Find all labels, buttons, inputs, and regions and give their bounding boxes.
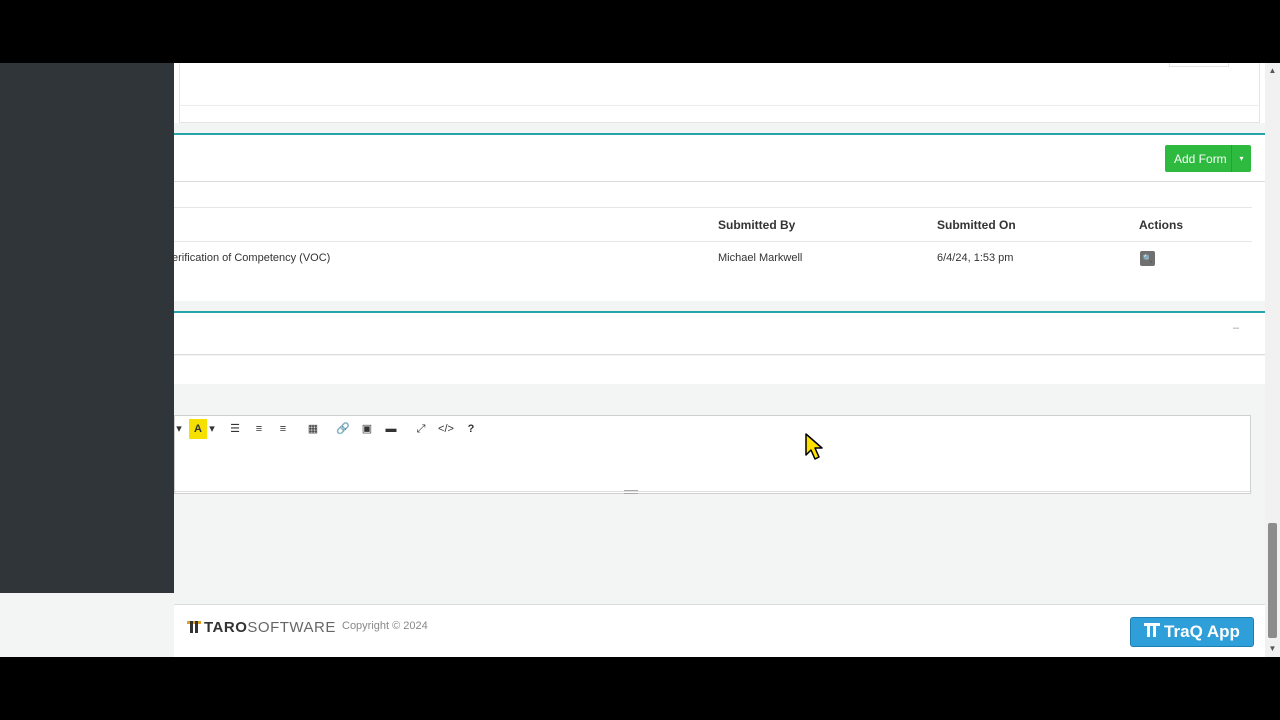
logo-text-bold: TARO xyxy=(204,618,248,636)
add-form-label[interactable]: Add Form xyxy=(1165,152,1231,166)
highlight-color-icon[interactable]: A xyxy=(189,419,207,439)
font-dropdown-caret-icon[interactable]: ▾ xyxy=(175,419,183,439)
column-actions: Actions xyxy=(1139,218,1184,232)
rich-text-editor[interactable]: ▾ A ▾ ☰ ≡ ≡ ▦ 🔗 ▣ ▬ ⤢ </> ? xyxy=(174,415,1252,494)
notes-panel: – ▾ A ▾ ☰ ≡ ≡ ▦ 🔗 ▣ ▬ ⤢ </> ? xyxy=(174,311,1265,591)
submitted-on-cell: 6/4/24, 1:53 pm xyxy=(937,252,1014,264)
forms-table-header: Submitted By Submitted On Actions xyxy=(174,207,1252,242)
notes-panel-header: – xyxy=(174,313,1265,355)
footer: TARO SOFTWARE Copyright © 2024 TraQ App xyxy=(174,604,1265,657)
previous-panel xyxy=(174,63,1265,123)
traq-app-button[interactable]: TraQ App xyxy=(1130,617,1254,647)
help-icon[interactable]: ? xyxy=(459,419,483,439)
previous-panel-divider xyxy=(179,105,1260,106)
scroll-up-icon[interactable]: ▲ xyxy=(1265,65,1280,77)
letterbox-top xyxy=(0,0,1280,63)
scroll-down-icon[interactable]: ▼ xyxy=(1265,643,1280,655)
add-form-button[interactable]: Add Form ▾ xyxy=(1165,145,1251,172)
column-submitted-on: Submitted On xyxy=(937,218,1016,232)
video-icon[interactable]: ▬ xyxy=(379,419,403,439)
logo-text-light: SOFTWARE xyxy=(247,618,336,636)
column-submitted-by: Submitted By xyxy=(718,218,796,232)
scroll-thumb[interactable] xyxy=(1268,523,1277,638)
form-name-cell: erification of Competency (VOC) xyxy=(172,252,331,264)
taro-logo-icon xyxy=(187,620,201,634)
sidebar xyxy=(0,63,174,593)
copyright-text: Copyright © 2024 xyxy=(342,620,428,632)
code-view-icon[interactable]: </> xyxy=(433,419,459,439)
image-icon[interactable]: ▣ xyxy=(355,419,379,439)
editor-statusbar-line xyxy=(175,491,1252,492)
letterbox-bottom xyxy=(0,657,1280,720)
view-form-button[interactable]: 🔍 xyxy=(1140,251,1155,266)
highlight-dropdown-caret-icon[interactable]: ▾ xyxy=(207,419,217,439)
notes-panel-subheader xyxy=(174,356,1265,384)
browser-viewport: Add Form ▾ Submitted By Submitted On Act… xyxy=(0,63,1280,657)
table-icon[interactable]: ▦ xyxy=(301,419,325,439)
unordered-list-icon[interactable]: ☰ xyxy=(223,419,247,439)
submitted-by-cell: Michael Markwell xyxy=(718,252,803,264)
traq-logo-icon xyxy=(1144,622,1161,642)
magnifier-icon: 🔍 xyxy=(1142,254,1153,263)
ordered-list-icon[interactable]: ≡ xyxy=(247,419,271,439)
editor-toolbar: ▾ A ▾ ☰ ≡ ≡ ▦ 🔗 ▣ ▬ ⤢ </> ? xyxy=(175,416,515,442)
previous-panel-box xyxy=(179,63,1260,123)
page-scrollbar[interactable]: ▲ ▼ xyxy=(1265,63,1280,657)
editor-resize-handle[interactable] xyxy=(624,490,638,494)
collapse-icon[interactable]: – xyxy=(1233,323,1245,334)
traq-app-label[interactable]: TraQ App xyxy=(1164,622,1240,642)
align-dropdown-icon[interactable]: ≡ xyxy=(271,419,295,439)
taro-software-logo: TARO SOFTWARE xyxy=(187,618,336,636)
fullscreen-icon[interactable]: ⤢ xyxy=(409,419,433,439)
mouse-cursor-icon xyxy=(805,433,823,460)
table-row: erification of Competency (VOC) Michael … xyxy=(172,242,1252,302)
previous-panel-buttons[interactable] xyxy=(1169,63,1229,67)
add-form-dropdown-icon[interactable]: ▾ xyxy=(1231,145,1251,172)
forms-panel-header: Add Form ▾ xyxy=(174,135,1265,182)
forms-panel: Add Form ▾ Submitted By Submitted On Act… xyxy=(172,133,1265,302)
link-icon[interactable]: 🔗 xyxy=(331,419,355,439)
